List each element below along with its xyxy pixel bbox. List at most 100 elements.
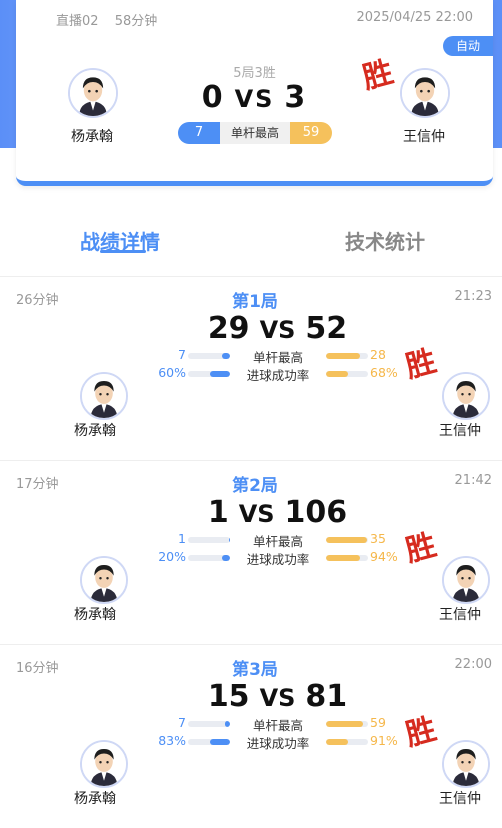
stat-left-bar	[188, 721, 230, 727]
stat-left-value: 83%	[158, 733, 186, 748]
vs-label: VS	[238, 500, 275, 528]
player-avatar-icon	[444, 558, 488, 602]
stat-left-fill	[209, 739, 230, 745]
stat-label: 单杆最高	[252, 718, 303, 733]
stat-left-value: 20%	[158, 549, 186, 564]
stat-label: 单杆最高	[252, 350, 303, 365]
player-right-name: 王信仲	[403, 129, 445, 145]
stat-right-fill	[326, 555, 361, 561]
stat-left-fill	[225, 721, 230, 727]
player-left-name: 杨承翰	[74, 607, 116, 623]
match-meta: 直播02 58分钟	[56, 10, 169, 29]
player-avatar-icon	[444, 742, 488, 786]
game-score-left: 15	[207, 679, 250, 714]
stat-row: 20% 进球成功率 94%	[150, 549, 410, 567]
vs-label: VS	[259, 316, 296, 344]
player-avatar-icon	[82, 374, 126, 418]
stat-left-bar	[188, 537, 230, 543]
vs-label: VS	[234, 85, 275, 113]
stat-left-fill	[221, 353, 230, 359]
stat-right-fill	[326, 739, 348, 745]
stat-right-value: 28	[370, 347, 386, 362]
stat-right-value: 59	[370, 715, 386, 730]
stat-left-bar	[188, 353, 230, 359]
game-time: 21:42	[454, 473, 492, 488]
stat-left-value: 7	[178, 715, 186, 730]
stat-left-fill	[210, 371, 230, 377]
player-right-name: 王信仲	[439, 791, 481, 807]
stat-row: 83% 进球成功率 91%	[150, 733, 410, 751]
highest-break-label: 单杆最高	[220, 122, 290, 144]
stat-right-value: 91%	[370, 733, 398, 748]
game-title: 第3局	[232, 660, 278, 680]
stat-label: 进球成功率	[246, 552, 310, 567]
stat-right-bar	[326, 555, 368, 561]
stat-left-fill	[222, 555, 230, 561]
stat-label: 进球成功率	[246, 368, 310, 383]
stat-right-fill	[326, 537, 367, 543]
player-right-avatar[interactable]	[442, 740, 490, 788]
player-left-name: 杨承翰	[74, 791, 116, 807]
stat-row: 60% 进球成功率 68%	[150, 365, 410, 383]
game-card[interactable]: 26分钟 第1局 21:23 29 VS 52 7 单杆最高 28 60% 进球成功…	[0, 277, 502, 460]
player-right-avatar[interactable]	[442, 372, 490, 420]
player-right-name: 王信仲	[439, 607, 481, 623]
stat-label: 进球成功率	[246, 736, 310, 751]
tab-bar: 战绩详情 技术统计	[0, 220, 502, 260]
auto-badge[interactable]: 自动	[443, 36, 493, 56]
game-score-left: 1	[207, 495, 229, 530]
match-summary-card: 直播02 58分钟 2025/04/25 22:00 自动 杨承翰 王信仲 胜 …	[16, 0, 493, 186]
player-left-name: 杨承翰	[74, 423, 116, 439]
game-time: 22:00	[454, 657, 492, 672]
stat-left-bar	[188, 371, 230, 377]
channel-label: 直播02	[56, 14, 99, 29]
match-format: 5局3胜	[233, 66, 276, 81]
highest-break-right: 59	[290, 122, 332, 144]
match-datetime: 2025/04/25 22:00	[356, 10, 473, 25]
game-time: 21:23	[454, 289, 492, 304]
stat-right-fill	[326, 353, 360, 359]
player-right-name: 王信仲	[439, 423, 481, 439]
game-title: 第2局	[232, 476, 278, 496]
player-avatar-icon	[82, 558, 126, 602]
stat-right-bar	[326, 537, 368, 543]
stat-left-value: 1	[178, 531, 186, 546]
stat-right-value: 94%	[370, 549, 398, 564]
player-avatar-icon	[444, 374, 488, 418]
highest-break-bar: 7 单杆最高 59	[178, 122, 332, 144]
player-left-name: 杨承翰	[71, 129, 113, 145]
stat-right-value: 35	[370, 531, 386, 546]
score-right: 3	[284, 80, 308, 115]
stat-row: 7 单杆最高 28	[150, 347, 410, 365]
stat-row: 1 单杆最高 35	[150, 531, 410, 549]
player-left-avatar[interactable]	[80, 556, 128, 604]
stat-left-value: 60%	[158, 365, 186, 380]
stat-right-bar	[326, 353, 368, 359]
active-tab-indicator	[100, 250, 146, 253]
stat-right-fill	[326, 371, 349, 377]
match-score: 0 VS 3	[16, 80, 493, 115]
tab-technical-stats[interactable]: 技术统计	[345, 226, 425, 255]
game-score-right: 52	[305, 311, 348, 346]
stat-label: 单杆最高	[252, 534, 303, 549]
stat-right-fill	[326, 721, 364, 727]
stat-row: 7 单杆最高 59	[150, 715, 410, 733]
player-avatar-icon	[82, 742, 126, 786]
player-right-avatar[interactable]	[442, 556, 490, 604]
stat-left-value: 7	[178, 347, 186, 362]
game-score-right: 106	[284, 495, 348, 530]
player-left-avatar[interactable]	[80, 372, 128, 420]
stat-right-value: 68%	[370, 365, 398, 380]
stat-right-bar	[326, 721, 368, 727]
stat-left-bar	[188, 555, 230, 561]
game-score-left: 29	[207, 311, 250, 346]
game-title: 第1局	[232, 292, 278, 312]
player-left-avatar[interactable]	[80, 740, 128, 788]
stat-left-fill	[228, 537, 230, 543]
game-card[interactable]: 16分钟 第3局 22:00 15 VS 81 7 单杆最高 59 83% 进球成功…	[0, 645, 502, 828]
stat-left-bar	[188, 739, 230, 745]
stat-right-bar	[326, 371, 368, 377]
stat-right-bar	[326, 739, 368, 745]
game-score-right: 81	[305, 679, 348, 714]
game-card[interactable]: 17分钟 第2局 21:42 1 VS 106 1 单杆最高 35 20% 进球成功…	[0, 461, 502, 644]
